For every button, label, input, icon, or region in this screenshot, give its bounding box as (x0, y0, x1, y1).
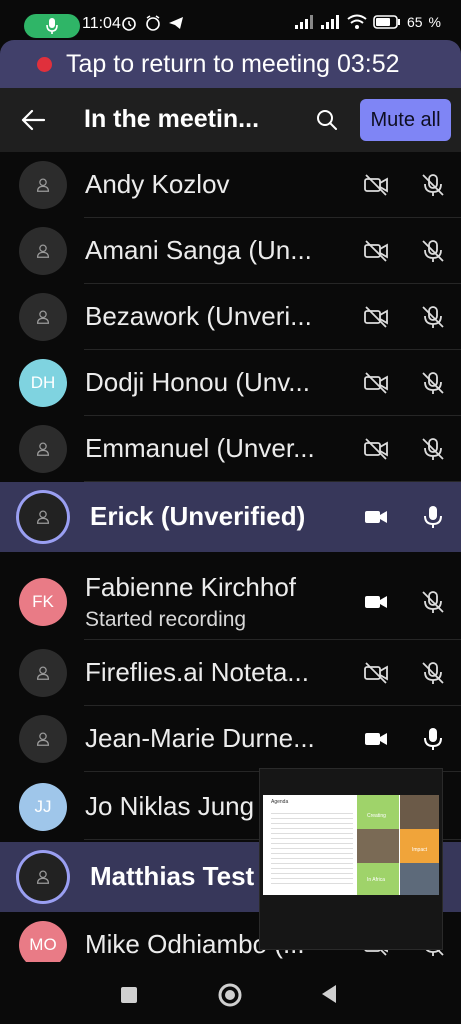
mic-off-icon[interactable] (420, 436, 446, 462)
home-circle-icon (218, 983, 242, 1007)
active-mic-indicator[interactable] (24, 14, 80, 38)
person-icon (36, 310, 50, 324)
participant-row[interactable]: Erick (Unverified) (0, 482, 461, 552)
camera-off-icon (363, 660, 389, 686)
camera-off-icon (363, 436, 389, 462)
avatar (19, 293, 67, 341)
mic-icon[interactable] (420, 504, 446, 530)
camera-off-icon (363, 172, 389, 198)
camera-icon (363, 589, 389, 615)
banner-text: Tap to return to meeting 03:52 (66, 49, 400, 78)
participant-name: Fabienne Kirchhof (85, 572, 297, 602)
home-button[interactable] (218, 983, 242, 1012)
participant-row[interactable]: Fireflies.ai Noteta... (0, 640, 461, 706)
camera-icon (363, 504, 389, 530)
camera-off-icon (363, 304, 389, 330)
participant-row[interactable]: Jean-Marie Durne... (0, 706, 461, 772)
slide-tile-3: In Africa (357, 863, 399, 895)
alarm-icon (122, 17, 136, 31)
avatar (19, 715, 67, 763)
mic-icon[interactable] (420, 726, 446, 752)
page-title: In the meetin... (84, 105, 260, 133)
slide-tile-label: Impact (412, 847, 428, 853)
meeting-pip-window[interactable]: Agenda Creating Impact In Africa (259, 768, 443, 950)
arrow-left-icon (21, 109, 46, 131)
participant-name: Fireflies.ai Noteta... (85, 657, 309, 687)
mic-off-icon[interactable] (420, 660, 446, 686)
square-icon (121, 987, 137, 1003)
participant-row[interactable]: Amani Sanga (Un... (0, 218, 461, 284)
avatar (19, 425, 67, 473)
slide-tile-label: In Africa (367, 877, 386, 883)
shared-slide: Agenda Creating Impact In Africa (263, 795, 439, 895)
participant-row[interactable]: Emmanuel (Unver... (0, 416, 461, 482)
participant-row[interactable]: FK Fabienne Kirchhof Started recording (0, 564, 461, 640)
participant-name: Bezawork (Unveri... (85, 301, 312, 331)
person-icon (36, 244, 50, 258)
slide-tile-1: Creating (357, 795, 399, 829)
slide-photo-2 (357, 829, 399, 863)
participant-name: Emmanuel (Unver... (85, 433, 315, 463)
wifi-icon (347, 14, 367, 29)
alarm-icon (146, 15, 160, 31)
slide-title: Agenda (271, 799, 289, 805)
mic-off-icon[interactable] (420, 370, 446, 396)
camera-off-icon (363, 238, 389, 264)
slide-tile-label: Creating (367, 813, 386, 819)
participant-row[interactable]: Bezawork (Unveri... (0, 284, 461, 350)
camera-off-icon (363, 370, 389, 396)
avatar (19, 227, 67, 275)
participant-row[interactable]: DH Dodji Honou (Unv... (0, 350, 461, 416)
participant-row[interactable]: Andy Kozlov (0, 152, 461, 218)
camera-icon (363, 726, 389, 752)
mute-all-button[interactable]: Mute all (360, 99, 451, 141)
person-icon (36, 732, 50, 746)
avatar (19, 161, 67, 209)
participant-status: Started recording (85, 608, 247, 631)
person-icon (36, 442, 50, 456)
return-to-meeting-banner[interactable]: Tap to return to meeting 03:52 (0, 40, 461, 88)
avatar-initials: FK (19, 578, 67, 626)
person-icon (36, 510, 50, 524)
triangle-back-icon (322, 985, 336, 1003)
person-icon (36, 870, 50, 884)
participant-name: Erick (Unverified) (90, 501, 306, 531)
avatar-initials: JJ (19, 783, 67, 831)
back-button[interactable] (20, 108, 46, 137)
mic-off-icon[interactable] (420, 589, 446, 615)
battery-level: 65 (406, 14, 423, 30)
battery-icon (373, 15, 400, 29)
system-nav-bar (0, 962, 461, 1024)
avatar (19, 493, 67, 541)
mic-icon (46, 18, 58, 34)
participant-name: Amani Sanga (Un... (85, 235, 312, 265)
avatar (19, 649, 67, 697)
avatar-initials: DH (19, 359, 67, 407)
person-icon (36, 666, 50, 680)
slide-photo-1 (400, 795, 439, 829)
mic-off-icon[interactable] (420, 172, 446, 198)
recording-dot-icon (37, 56, 52, 72)
header: In the meetin... Mute all (0, 88, 461, 152)
mic-off-icon[interactable] (420, 304, 446, 330)
clock: 11:04 (82, 15, 121, 32)
mic-off-icon[interactable] (420, 238, 446, 264)
participant-name: Andy Kozlov (85, 169, 230, 199)
participant-name: Jean-Marie Durne... (85, 723, 315, 753)
signal-icon (294, 15, 313, 29)
avatar (19, 853, 67, 901)
search-icon (317, 110, 337, 130)
back-nav-button[interactable] (320, 984, 338, 1009)
slide-text-block (271, 809, 353, 887)
telegram-icon (169, 17, 183, 29)
recents-button[interactable] (120, 986, 138, 1009)
battery-percent-sign: % (428, 14, 441, 30)
search-button[interactable] (316, 109, 338, 136)
person-icon (36, 178, 50, 192)
slide-photo-3 (400, 863, 439, 895)
participant-name: Dodji Honou (Unv... (85, 367, 310, 397)
signal-icon (320, 15, 339, 29)
slide-tile-2: Impact (400, 829, 439, 863)
